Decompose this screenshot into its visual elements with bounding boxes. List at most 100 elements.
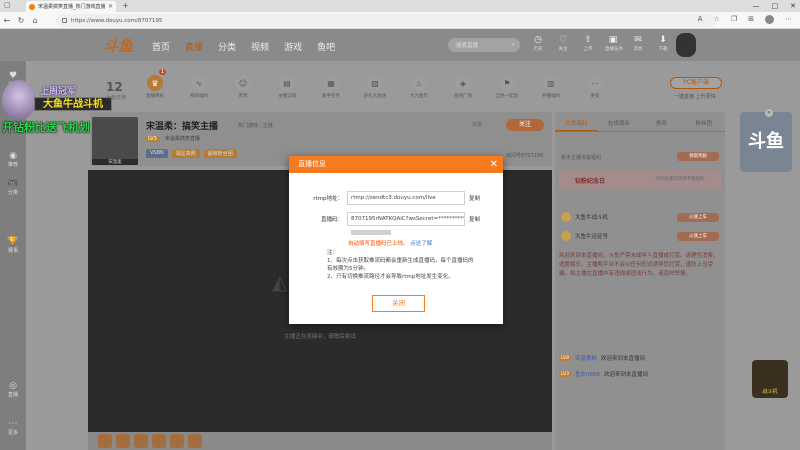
gift-item[interactable] <box>116 434 130 448</box>
tab-close-icon[interactable]: ✕ <box>108 3 113 10</box>
category-item[interactable]: ▤ 主播订阅 <box>270 75 304 99</box>
menu-icon[interactable]: ⋯ <box>785 15 792 24</box>
people-icon: ☺ <box>235 75 251 91</box>
streamer-avatar[interactable]: 宋温柔 <box>92 117 138 165</box>
gift-bar <box>88 432 552 450</box>
maximize-button[interactable]: □ <box>772 0 779 12</box>
category-item[interactable]: ⋯ 更多 <box>578 75 612 99</box>
copy-rtmp-button[interactable]: 复制 <box>469 194 480 202</box>
stream-meta[interactable]: 热门游戏 · 主播 <box>238 122 273 129</box>
message-icon[interactable]: ✉ 消息 <box>630 35 646 52</box>
nav-live[interactable]: 直播 <box>185 40 203 53</box>
tab-fans[interactable]: 粉丝团 <box>683 116 726 131</box>
badge[interactable]: 福星高照 <box>171 149 200 158</box>
favorite-icon[interactable]: ☆ <box>714 15 720 24</box>
category-item[interactable]: ♨ 大力金币 <box>402 75 436 99</box>
tab-daily[interactable]: 日常福利 <box>555 116 598 131</box>
ad-banner-bottom[interactable]: 战斗机 <box>752 360 788 398</box>
badge[interactable]: VSBN <box>146 149 168 158</box>
category-item[interactable]: ▨ 好礼大放送 <box>358 75 392 99</box>
board-button[interactable]: 火速上车 <box>677 232 719 241</box>
sidebar-item-match[interactable]: 🏆 赛事 <box>0 237 26 254</box>
stream-key-field[interactable]: 8707195rNATKQAiC?wsSecret=********** <box>347 212 465 226</box>
gift-item[interactable] <box>152 434 166 448</box>
rtmp-field[interactable]: rtmp://sendtc3.douyu.com/live <box>347 191 465 205</box>
learn-more-link[interactable]: 点这了解 <box>410 241 432 247</box>
sidebar-item-more[interactable]: ⋯ 更多 <box>0 419 26 436</box>
rtmp-label: rtmp地址： <box>313 196 343 202</box>
refresh-icon[interactable]: ↻ <box>14 16 28 25</box>
back-icon[interactable]: ← <box>0 16 14 25</box>
nav-game[interactable]: 游戏 <box>284 40 302 53</box>
gift-icon: ♛ <box>147 75 163 91</box>
collections-icon[interactable]: ❐ <box>731 15 737 24</box>
live-info-dialog: 直播信息 ✕ rtmp地址： rtmp://sendtc3.douyu.com/… <box>289 156 503 324</box>
section-sub: 今日开通可获得专属福利 <box>655 177 705 182</box>
tab-audience[interactable]: 在线观众 <box>598 116 641 131</box>
favicon-icon <box>29 3 35 10</box>
sidebar-item-recommend[interactable]: ◉ 推荐 <box>0 151 26 168</box>
profile-avatar[interactable] <box>765 15 774 24</box>
calendar-icon: ▥ <box>543 75 559 91</box>
category-item[interactable]: ▦ 新手任务 <box>314 75 348 99</box>
browser-tab[interactable]: 宋温柔搞笑直播_热门游戏直播 - 斗鱼 ✕ <box>26 1 116 12</box>
category-item[interactable]: ♛ 1 直播特权 <box>138 69 172 99</box>
category-item[interactable]: ◈ 鱼吧广场 <box>446 75 480 99</box>
right-panel: 日常福利 在线观众 贵宾 粉丝团 新手主播专属福利 领取奖励 钻粉纪念日 今日开… <box>555 112 725 450</box>
address-bar: ← ↻ ⌂ https://www.douyu.com/8707195 A ☆ … <box>0 12 800 29</box>
nav-video[interactable]: 视频 <box>251 40 269 53</box>
new-tab-button[interactable]: + <box>122 1 129 10</box>
header-icons: ◷ 历史 ♡ 关注 ⇪ 上传 ▣ 直播任务 ✉ 消息 ⬇ 下载 <box>530 35 671 52</box>
copy-key-button[interactable]: 复制 <box>469 215 480 223</box>
search-icon[interactable]: ⌕ <box>512 42 515 49</box>
badge[interactable]: 超级粉丝团 <box>203 149 237 158</box>
category-item[interactable]: ⚑ 全民一起玩 <box>490 75 524 99</box>
close-icon[interactable]: ✕ <box>490 158 498 171</box>
close-button[interactable]: 关闭 <box>372 295 425 312</box>
day-label: 大鱼日常 <box>106 95 127 101</box>
douyu-logo[interactable]: 斗鱼 <box>103 35 133 56</box>
search-input[interactable]: 搜索直播 ⌕ <box>448 38 520 52</box>
gift-item[interactable] <box>98 434 112 448</box>
report-link[interactable]: 举报 <box>472 121 482 128</box>
pc-client-sub: 一键直播 上升更快 <box>674 94 716 100</box>
tab-vip[interactable]: 贵宾 <box>640 116 683 131</box>
follow-icon[interactable]: ♡ 关注 <box>555 35 571 52</box>
upload-icon[interactable]: ⇪ 上传 <box>580 35 596 52</box>
sidebar-item-live[interactable]: ◎ 直播 <box>0 381 26 398</box>
download-icon[interactable]: ⬇ 下载 <box>655 35 671 52</box>
minimize-button[interactable]: — <box>753 0 760 12</box>
close-window-button[interactable]: ✕ <box>790 0 796 12</box>
ad-close-icon[interactable]: ✕ <box>765 109 773 117</box>
user-avatar[interactable] <box>676 33 696 57</box>
gift-item[interactable] <box>188 434 202 448</box>
read-aloud-icon[interactable]: A <box>698 15 703 24</box>
window-controls: — □ ✕ <box>753 0 797 12</box>
streamer-name[interactable]: 宋温柔搞笑直播 <box>165 135 200 142</box>
follow-button[interactable]: 关注 <box>506 119 544 131</box>
ad-banner-top[interactable]: 斗鱼 <box>740 112 792 172</box>
list-item: 大鱼牛远征号 <box>561 231 608 241</box>
category-item[interactable]: ▥ 开播福利 <box>534 75 568 99</box>
day-number: 12 <box>106 80 123 94</box>
pc-client-button[interactable]: PC客户端 <box>670 77 722 89</box>
sidebar-item-category[interactable]: 🎮 分类 <box>0 179 26 196</box>
tab-actions-icon[interactable]: ▢ <box>4 1 11 9</box>
nav-category[interactable]: 分类 <box>218 40 236 53</box>
browser-toolbar: A ☆ ❐ ⊞ ⋯ <box>698 15 792 24</box>
history-icon[interactable]: ◷ 历史 <box>530 35 546 52</box>
url-field[interactable]: https://www.douyu.com/8707195 <box>56 14 716 27</box>
category-item[interactable]: ☺ 贵宾 <box>226 75 260 99</box>
gift-item[interactable] <box>134 434 148 448</box>
gift-item[interactable] <box>170 434 184 448</box>
claim-button[interactable]: 领取奖励 <box>677 152 719 161</box>
nav-home[interactable]: 首页 <box>152 40 170 53</box>
nav-yuba[interactable]: 鱼吧 <box>317 40 335 53</box>
home-icon[interactable]: ⌂ <box>28 16 42 25</box>
extensions-icon[interactable]: ⊞ <box>748 15 754 24</box>
task-icon[interactable]: ▣ 直播任务 <box>605 35 623 52</box>
site-header: 斗鱼 首页 直播 分类 视频 游戏 鱼吧 搜索直播 ⌕ ◷ 历史 ♡ 关注 ⇪ 上传 … <box>0 29 800 61</box>
redacted-bar <box>351 230 391 235</box>
board-button[interactable]: 火速上车 <box>677 213 719 222</box>
category-item[interactable]: ∿ 每日福利 <box>182 75 216 99</box>
